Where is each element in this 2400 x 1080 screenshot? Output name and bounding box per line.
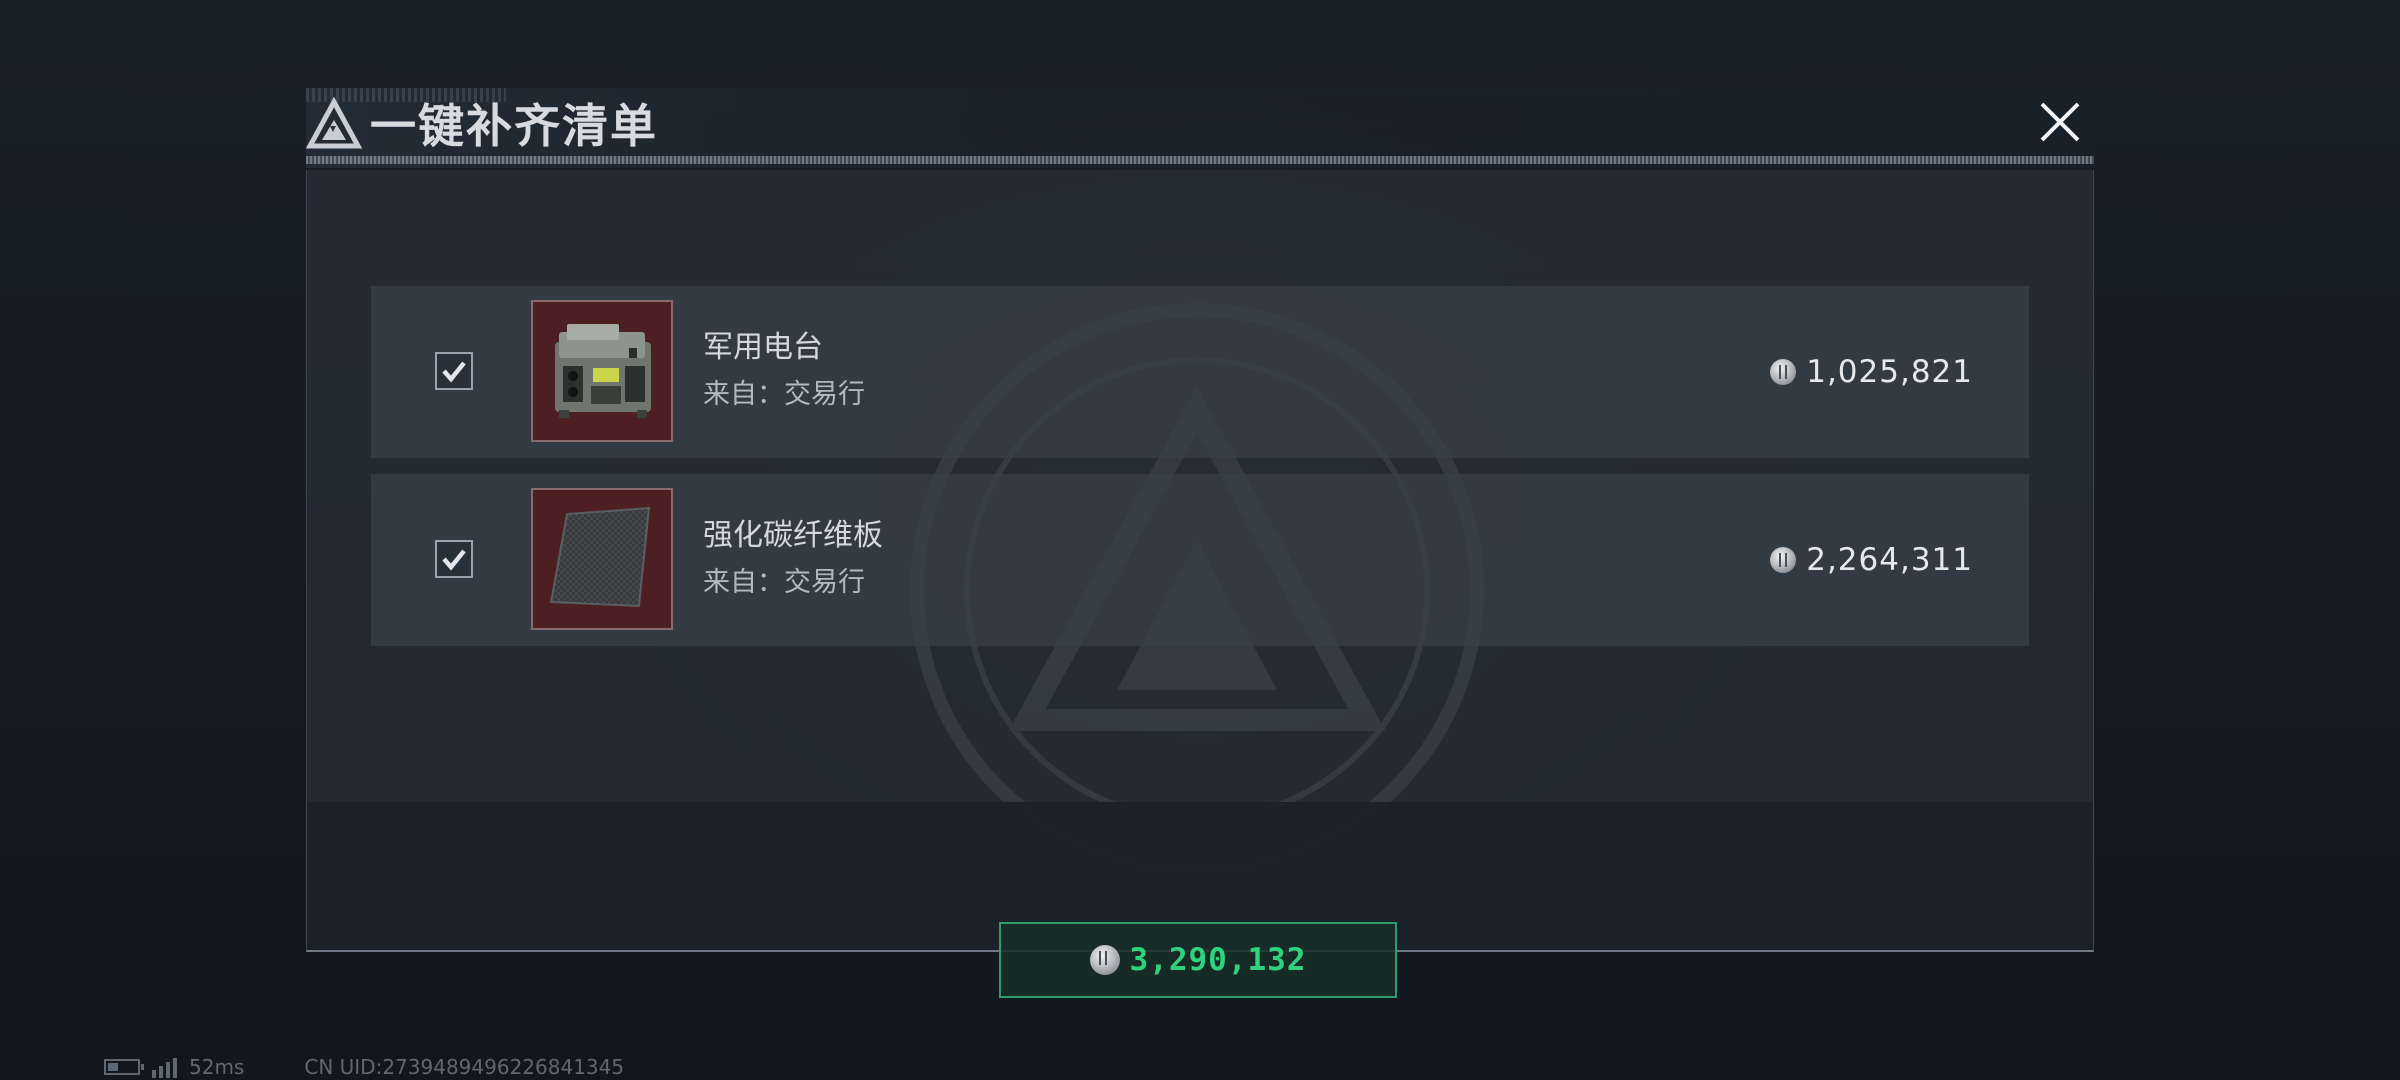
item-source: 来自：交易行 [703, 567, 865, 598]
user-uid: CN UID:2739489496226841345 [304, 1055, 625, 1079]
checkmark-icon [442, 361, 466, 383]
item-name: 强化碳纤维板 [703, 518, 883, 553]
total-price-value: 3,290,132 [1129, 942, 1307, 978]
list-item: 军用电台 来自：交易行 1,025,821 [371, 286, 2029, 458]
list-item: 强化碳纤维板 来自：交易行 2,264,311 [371, 474, 2029, 646]
military-radio-icon[interactable] [531, 300, 673, 442]
coin-icon [1770, 547, 1797, 573]
item-price-value: 2,264,311 [1806, 542, 1973, 578]
dialog-body: 军用电台 来自：交易行 1,025,821 强化碳纤维板 来自：交易行 2,26… [306, 170, 2094, 998]
dialog-title: 一键补齐清单 [370, 99, 658, 153]
game-screen: 一键补齐清单 军用电台 来自：交易行 1,025,821 强化碳纤维板 来自：交… [0, 0, 2400, 1080]
restock-list-dialog: 一键补齐清单 军用电台 来自：交易行 1,025,821 强化碳纤维板 来自：交… [306, 88, 2094, 998]
signal-icon [152, 1056, 177, 1078]
item-checkbox[interactable] [435, 352, 473, 390]
dialog-header: 一键补齐清单 [306, 88, 2094, 168]
header-divider [306, 156, 2094, 164]
carbon-fiber-plate-icon[interactable] [531, 488, 673, 630]
item-price: 1,025,821 [1770, 352, 1973, 392]
item-price-value: 1,025,821 [1806, 354, 1973, 390]
status-bar: 52ms CN UID:2739489496226841345 [104, 1054, 624, 1080]
close-icon[interactable] [2034, 96, 2086, 148]
triangle-logo-icon [306, 96, 362, 149]
item-name: 军用电台 [703, 330, 823, 365]
battery-icon [104, 1059, 144, 1075]
coin-icon [1770, 359, 1797, 385]
purchase-total-button[interactable]: 3,290,132 [999, 922, 1397, 998]
item-price: 2,264,311 [1770, 540, 1973, 580]
checkmark-icon [442, 549, 466, 571]
ping-value: 52ms [189, 1055, 245, 1079]
item-checkbox[interactable] [435, 540, 473, 578]
coin-icon [1089, 945, 1120, 975]
item-source: 来自：交易行 [703, 379, 865, 410]
